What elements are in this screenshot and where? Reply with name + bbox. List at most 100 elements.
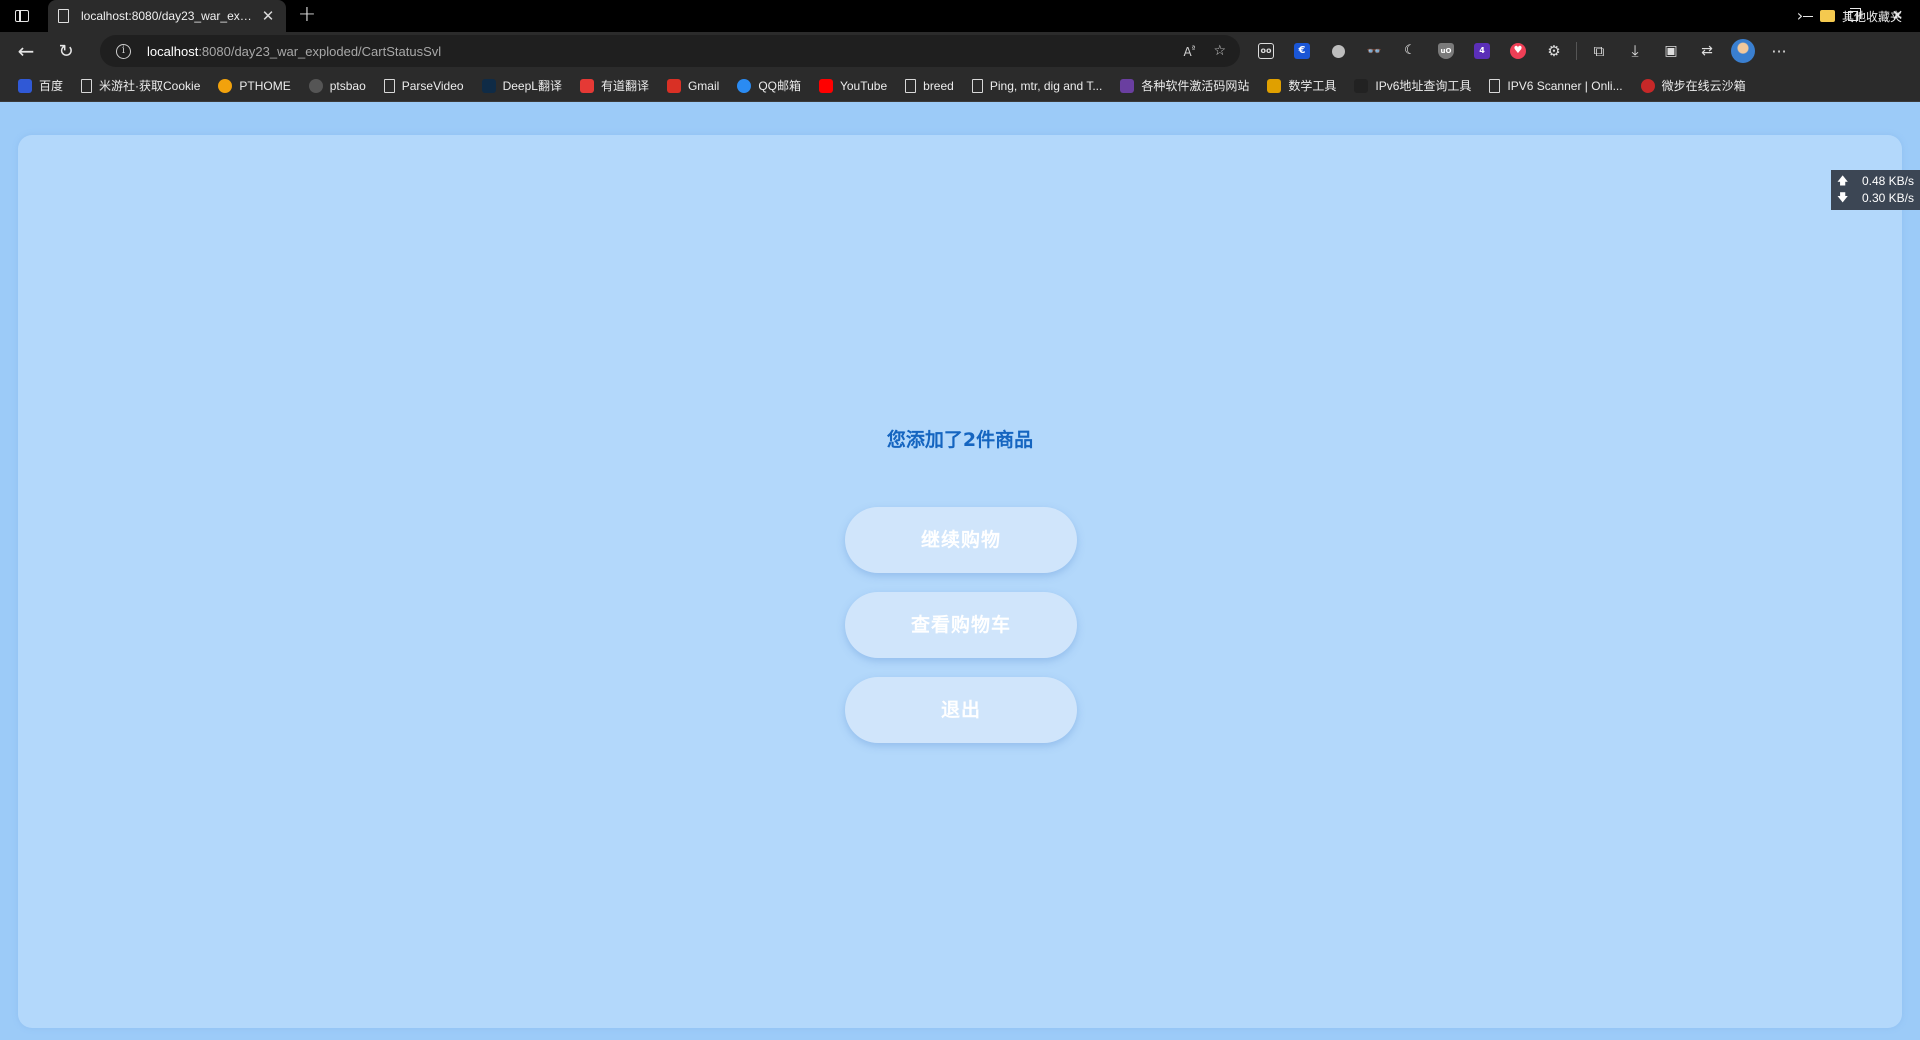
bookmark-label: DeepL翻译: [502, 79, 562, 93]
app-icon: ▣: [1664, 43, 1678, 59]
bookmarks-overflow-button[interactable]: ›: [1788, 4, 1812, 28]
avatar: [1731, 39, 1755, 63]
collections-icon: ⧉: [1593, 42, 1605, 60]
upload-speed: 0.48 KB/s: [1861, 174, 1914, 188]
read-aloud-icon[interactable]: Aª: [1183, 44, 1195, 59]
tab-actions-icon: [15, 10, 29, 22]
url-host: localhost: [147, 43, 199, 59]
bookmark-item[interactable]: Gmail: [661, 74, 725, 98]
circle-extension-icon: [1331, 44, 1345, 58]
url-text[interactable]: localhost:8080/day23_war_exploded/CartSt…: [147, 44, 441, 59]
pi-icon: [1267, 78, 1282, 93]
ptsbao-icon: [308, 78, 323, 93]
extension-button[interactable]: €: [1284, 35, 1320, 67]
pocket-extension-icon: ♥: [1510, 43, 1526, 59]
extension-button[interactable]: oo: [1248, 35, 1284, 67]
site-info-icon[interactable]: i: [116, 43, 131, 59]
bookmark-item[interactable]: ParseVideo: [378, 74, 470, 98]
cart-status-card: 您添加了2件商品 继续购物 查看购物车 退出: [18, 135, 1902, 1028]
bookmark-item[interactable]: 百度: [12, 74, 69, 98]
upload-arrow-icon: 🡅: [1837, 175, 1849, 187]
bookmark-item[interactable]: QQ邮箱: [731, 74, 807, 98]
dark-mode-extension-icon: ☾: [1404, 43, 1416, 58]
sidebar-button[interactable]: ⇄: [1689, 35, 1725, 67]
back-button[interactable]: ←: [8, 35, 44, 67]
page-icon: [905, 78, 917, 93]
extension-button[interactable]: 4: [1464, 35, 1500, 67]
tab-actions-button[interactable]: [0, 0, 44, 32]
bookmark-item[interactable]: PTHOME: [212, 74, 296, 98]
puzzle-icon: ⚙: [1547, 42, 1561, 60]
view-cart-button[interactable]: 查看购物车: [845, 592, 1077, 658]
app-button[interactable]: ▣: [1653, 35, 1689, 67]
bookmark-label: Gmail: [687, 78, 720, 93]
glasses-extension-icon: 👓: [1366, 44, 1382, 58]
download-arrow-icon: 🡇: [1837, 192, 1849, 204]
bookmark-label: 有道翻译: [600, 79, 649, 93]
extensions-menu-button[interactable]: ⚙: [1536, 35, 1572, 67]
page-icon: [971, 78, 983, 93]
collections-button[interactable]: ⧉: [1581, 35, 1617, 67]
settings-menu-button[interactable]: ···: [1761, 35, 1797, 67]
bookmark-item[interactable]: Ping, mtr, dig and T...: [966, 74, 1109, 98]
favorite-star-icon[interactable]: ☆: [1213, 43, 1226, 59]
bookmark-label: QQ邮箱: [758, 79, 801, 93]
continue-shopping-button[interactable]: 继续购物: [845, 507, 1077, 573]
other-bookmarks-folder[interactable]: 其他收藏夹: [1820, 4, 1902, 28]
zx-icon: [1354, 78, 1369, 93]
tab-active[interactable]: localhost:8080/day23_war_exploded/CartSt…: [48, 0, 286, 32]
new-tab-button[interactable]: +: [294, 3, 320, 29]
reader-extension-icon: oo: [1258, 43, 1274, 59]
profile-button[interactable]: [1725, 35, 1761, 67]
bookmark-label: 各种软件激活码网站: [1141, 79, 1250, 93]
activation-icon: [1120, 78, 1135, 93]
tab-close-icon[interactable]: ✕: [260, 7, 276, 25]
bookmark-item[interactable]: 有道翻译: [574, 74, 655, 98]
bookmark-item[interactable]: DeepL翻译: [476, 74, 568, 98]
deepl-icon: [481, 78, 496, 93]
bookmark-item[interactable]: 米游社·获取Cookie: [75, 74, 206, 98]
bookmark-item[interactable]: 各种软件激活码网站: [1114, 74, 1255, 98]
url-path: :8080/day23_war_exploded/CartStatusSvl: [198, 43, 442, 59]
share-icon: ⇄: [1701, 43, 1713, 59]
download-icon: ⤓: [1631, 41, 1639, 60]
downloads-button[interactable]: ⤓: [1617, 35, 1653, 67]
browser-toolbar: ← ↻ i localhost:8080/day23_war_exploded/…: [0, 32, 1920, 70]
bookmark-item[interactable]: YouTube: [813, 74, 893, 98]
extension-button[interactable]: ☾: [1392, 35, 1428, 67]
more-icon: ···: [1771, 41, 1787, 61]
extension-button[interactable]: [1320, 35, 1356, 67]
extension-button[interactable]: uO: [1428, 35, 1464, 67]
purple-extension-icon: 4: [1474, 43, 1490, 59]
threatbook-icon: [1640, 78, 1655, 93]
cart-status-message: 您添加了2件商品: [886, 429, 1034, 451]
extension-button[interactable]: 👓: [1356, 35, 1392, 67]
bookmark-label: PTHOME: [239, 78, 291, 93]
bookmark-item[interactable]: 数学工具: [1261, 74, 1342, 98]
bookmark-label: 百度: [39, 79, 64, 93]
bookmark-item[interactable]: 微步在线云沙箱: [1635, 74, 1752, 98]
extension-button[interactable]: ♥: [1500, 35, 1536, 67]
gmail-icon: [666, 78, 681, 93]
extensions-row: oo € 👓 ☾ uO 4 ♥ ⚙ ⧉ ⤓ ▣ ⇄ ···: [1248, 32, 1797, 70]
youtube-icon: [818, 78, 833, 93]
address-bar[interactable]: i localhost:8080/day23_war_exploded/Cart…: [100, 35, 1240, 67]
page-icon: [1489, 78, 1501, 93]
pthome-icon: [218, 78, 233, 93]
ublock-extension-icon: uO: [1438, 43, 1454, 59]
bookmark-item[interactable]: IPV6 Scanner | Onli...: [1483, 74, 1628, 98]
page-icon: [383, 78, 395, 93]
page-icon: [58, 9, 69, 23]
bookmark-item[interactable]: IPv6地址查询工具: [1348, 74, 1477, 98]
logout-button[interactable]: 退出: [845, 677, 1077, 743]
bookmark-label: 数学工具: [1288, 79, 1337, 93]
bookmark-item[interactable]: breed: [899, 74, 960, 98]
bookmark-label: 微步在线云沙箱: [1661, 79, 1746, 93]
qqmail-icon: [737, 78, 752, 93]
bookmark-label: ParseVideo: [401, 78, 464, 93]
tab-title: localhost:8080/day23_war_exploded/CartSt…: [81, 9, 254, 23]
reload-button[interactable]: ↻: [48, 35, 84, 67]
baidu-icon: [18, 78, 32, 93]
bookmark-item[interactable]: ptsbao: [303, 74, 372, 98]
bookmark-label: YouTube: [839, 78, 888, 93]
